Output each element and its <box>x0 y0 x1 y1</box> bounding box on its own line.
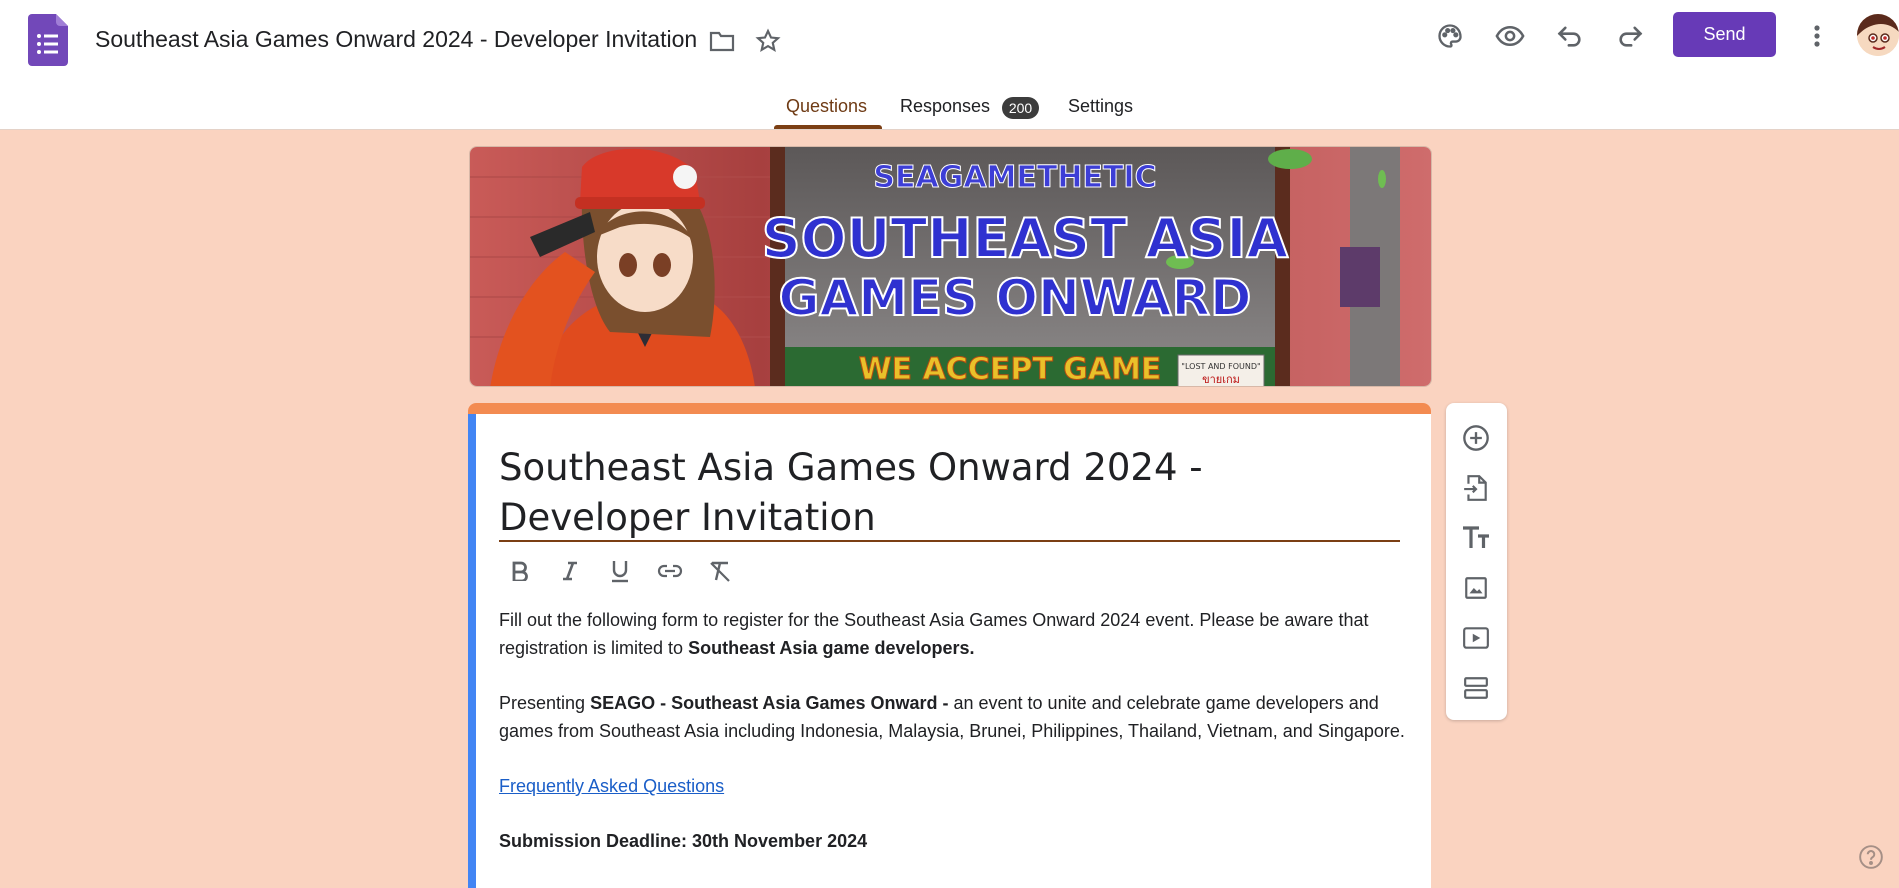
desc2-text-start: Presenting <box>499 693 591 713</box>
form-header-card: Southeast Asia Games Onward 2024 - Devel… <box>468 403 1431 888</box>
insert-link-icon[interactable] <box>649 553 691 589</box>
star-icon[interactable] <box>753 26 783 56</box>
form-title-input[interactable]: Southeast Asia Games Onward 2024 - Devel… <box>499 443 1369 543</box>
banner-top-text: SEAGAMETHETIC <box>873 160 1156 195</box>
google-forms-logo-icon[interactable] <box>28 14 68 66</box>
undo-icon[interactable] <box>1548 14 1592 58</box>
description-paragraph-3: Frequently Asked Questions <box>499 772 1409 800</box>
bold-icon[interactable] <box>499 553 541 589</box>
banner-bottom-text: WE ACCEPT GAME <box>859 352 1162 387</box>
sign-line1-text: "LOST AND FOUND" <box>1181 362 1260 371</box>
text-format-toolbar <box>499 553 741 589</box>
responses-count-badge: 200 <box>1002 97 1039 119</box>
more-options-icon[interactable] <box>1795 14 1839 58</box>
sign-line2-text: ขายเกม <box>1202 373 1240 386</box>
description-paragraph-2: Presenting SEAGO - Southeast Asia Games … <box>499 689 1409 745</box>
import-questions-icon[interactable] <box>1454 466 1498 510</box>
palette-icon[interactable] <box>1428 14 1472 58</box>
card-focus-indicator <box>468 414 476 888</box>
form-tabs: Questions Responses Settings <box>0 90 1899 130</box>
italic-icon[interactable] <box>549 553 591 589</box>
user-avatar[interactable] <box>1857 14 1899 56</box>
tab-questions[interactable]: Questions <box>786 96 867 117</box>
banner-line1-text: SOUTHEAST ASIA <box>762 207 1289 270</box>
add-question-icon[interactable] <box>1454 416 1498 460</box>
clear-formatting-icon[interactable] <box>699 553 741 589</box>
add-video-icon[interactable] <box>1454 616 1498 660</box>
title-underline <box>499 540 1400 542</box>
redo-icon[interactable] <box>1608 14 1652 58</box>
tab-responses[interactable]: Responses <box>900 96 990 117</box>
deadline-text: Submission Deadline: 30th November 2024 <box>499 831 868 851</box>
desc2-bold-text: SEAGO - Southeast Asia Games Onward - <box>590 693 949 713</box>
floating-side-toolbar <box>1446 403 1507 720</box>
send-button[interactable]: Send <box>1673 12 1776 57</box>
add-section-icon[interactable] <box>1454 666 1498 710</box>
add-image-icon[interactable] <box>1454 566 1498 610</box>
description-paragraph-1: Fill out the following form to register … <box>499 606 1409 662</box>
desc1-bold-text: Southeast Asia game developers. <box>688 638 975 658</box>
faq-link[interactable]: Frequently Asked Questions <box>499 776 724 796</box>
document-title[interactable]: Southeast Asia Games Onward 2024 - Devel… <box>95 26 697 53</box>
card-top-accent <box>468 403 1431 414</box>
help-icon[interactable] <box>1857 843 1885 871</box>
move-to-folder-icon[interactable] <box>707 26 737 56</box>
description-paragraph-4: Submission Deadline: 30th November 2024 <box>499 827 1409 855</box>
banner-line2-text: GAMES ONWARD <box>778 269 1251 327</box>
underline-icon[interactable] <box>599 553 641 589</box>
form-description[interactable]: Fill out the following form to register … <box>499 606 1409 882</box>
active-tab-indicator <box>774 125 882 129</box>
app-header: Southeast Asia Games Onward 2024 - Devel… <box>0 0 1899 130</box>
tab-settings[interactable]: Settings <box>1068 96 1133 117</box>
preview-eye-icon[interactable] <box>1488 14 1532 58</box>
add-title-description-icon[interactable] <box>1454 516 1498 560</box>
header-banner-image: SEAGAMETHETIC SOUTHEAST ASIA GAMES ONWAR… <box>469 146 1432 387</box>
